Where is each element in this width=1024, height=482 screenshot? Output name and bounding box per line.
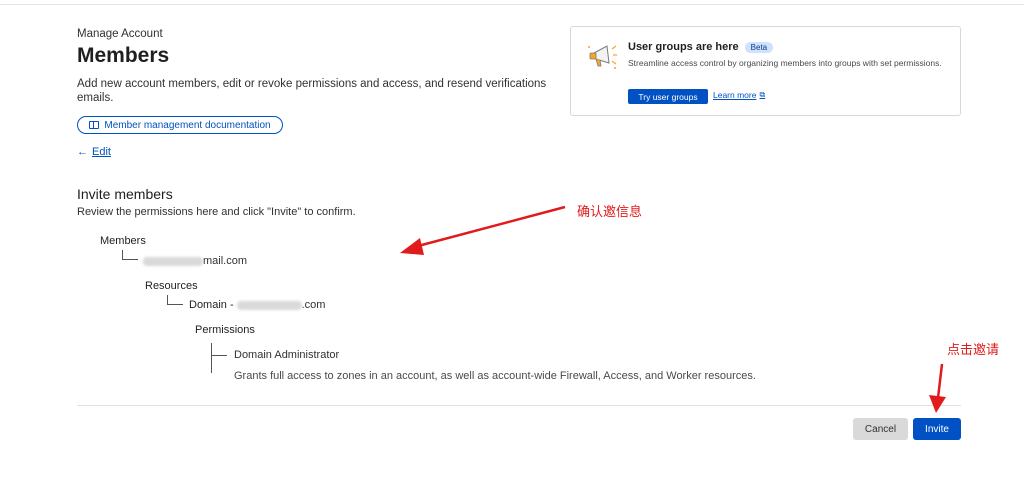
back-edit-label: Edit [92,146,111,158]
arrow-left-icon: ← [77,146,88,158]
try-user-groups-button[interactable]: Try user groups [628,89,708,104]
megaphone-icon [588,45,617,69]
banner-description: Streamline access control by organizing … [628,58,942,68]
banner-title: User groups are here Beta [628,41,774,53]
member-email: mail.com [143,255,247,267]
beta-badge: Beta [744,41,774,53]
member-docs-button[interactable]: Member management documentation [77,116,283,134]
page-description: Add new account members, edit or revoke … [77,78,547,104]
invite-section-subtitle: Review the permissions here and click "I… [77,206,356,218]
role-name: Domain Administrator [234,349,340,361]
page-eyebrow: Manage Account [77,28,163,40]
tree-connector [122,250,138,260]
user-groups-banner: User groups are here Beta Streamline acc… [570,26,961,116]
click-arrow-line [936,363,944,399]
members-label: Members [100,235,146,247]
tree-connector [167,295,183,305]
confirm-arrow-head [400,238,424,255]
domain-suffix: .com [301,299,326,311]
resources-label: Resources [145,280,198,292]
redacted-domain [236,300,302,310]
member-email-suffix: mail.com [203,255,248,267]
top-border [0,4,1024,5]
confirm-arrow-line [417,205,566,248]
tree-connector [211,343,212,373]
learn-more-label: Learn more [713,90,757,100]
member-docs-label: Member management documentation [104,119,271,131]
invite-button[interactable]: Invite [913,418,961,440]
external-link-icon: ⧉ [759,90,766,99]
role-description: Grants full access to zones in an accoun… [234,370,756,382]
click-arrow-head [929,395,946,413]
click-annotation: 点击邀请 [947,343,1000,358]
redacted-email [143,256,203,266]
page: Manage Account Members Add new account m… [0,0,1024,482]
banner-title-text: User groups are here [628,41,739,53]
confirm-annotation: 确认邀信息 [577,205,643,220]
domain-value: Domain - .com [189,299,325,311]
learn-more-link[interactable]: Learn more ⧉ [713,90,765,100]
domain-prefix: Domain - [189,299,234,311]
back-edit-link[interactable]: ← Edit [77,146,111,158]
tree-connector [211,355,227,356]
book-icon [89,121,100,129]
permissions-label: Permissions [195,324,255,336]
page-title: Members [77,44,170,67]
footer-divider [77,405,961,406]
cancel-button[interactable]: Cancel [853,418,908,440]
invite-section-title: Invite members [77,186,173,202]
